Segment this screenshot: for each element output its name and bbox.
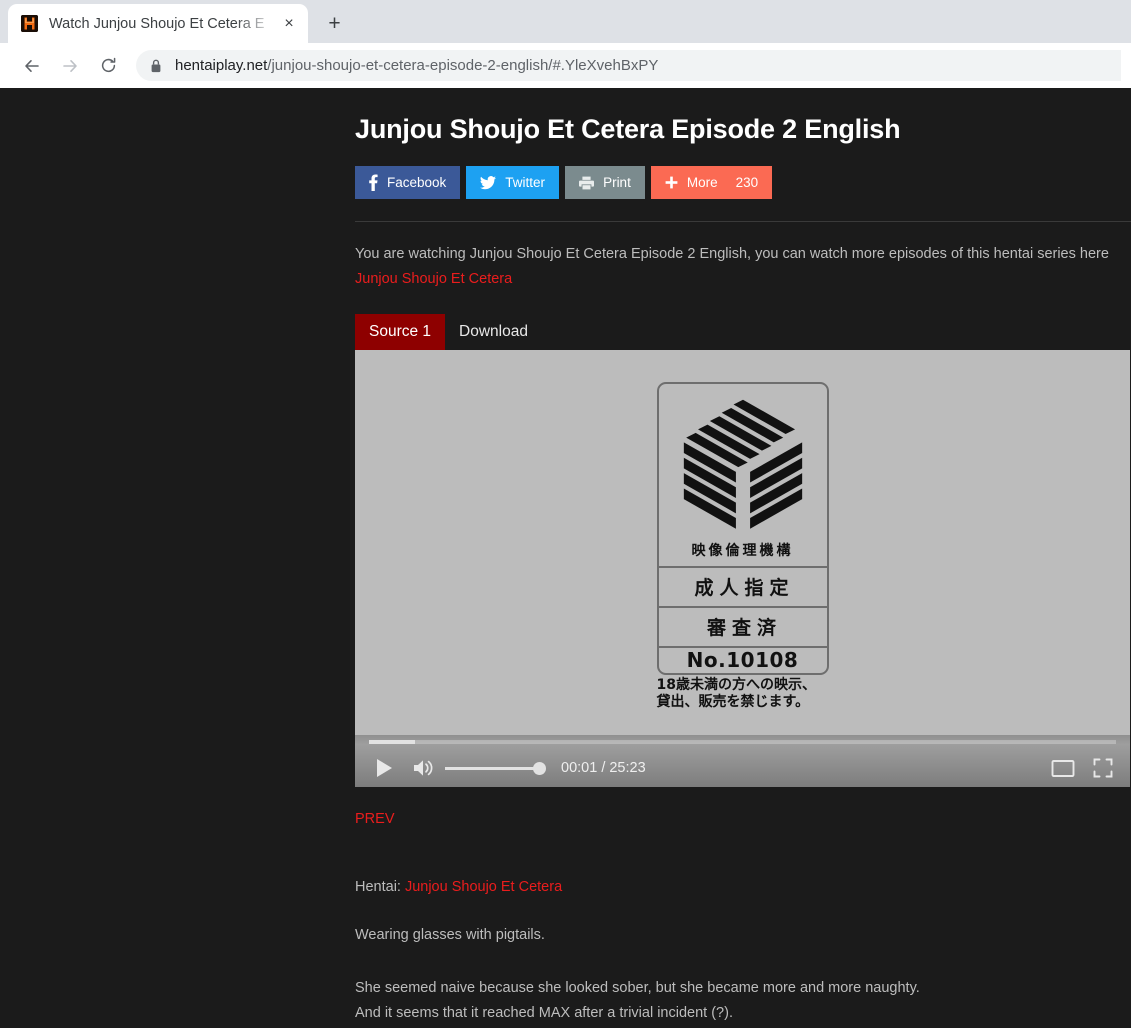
url-path: /junjou-shoujo-et-cetera-episode-2-engli… [267,57,659,74]
video-player[interactable]: 映像倫理機構 成人指定 審査済 No.10108 18歳未満の方への映示、 貸出… [355,350,1130,787]
facebook-icon [369,174,378,191]
video-controls-bar: 00:01 / 25:23 [355,735,1130,787]
browser-toolbar: hentaiplay.net/junjou-shoujo-et-cetera-e… [0,43,1131,126]
address-bar[interactable]: hentaiplay.net/junjou-shoujo-et-cetera-e… [136,50,1121,81]
share-print-button[interactable]: Print [565,166,645,199]
share-more-count: 230 [735,175,759,190]
progress-bar-buffer [369,740,415,744]
share-twitter-label: Twitter [505,175,546,190]
rating-card-number: No.10108 [658,645,827,673]
japanese-rating-card: 映像倫理機構 成人指定 審査済 No.10108 18歳未満の方への映示、 貸出… [656,382,829,711]
picture-in-picture-icon[interactable] [1048,755,1078,781]
rating-card-reviewed-text: 審査済 [658,605,827,646]
share-print-label: Print [603,175,631,190]
prev-episode-link[interactable]: PREV [355,811,395,827]
lock-icon[interactable] [148,59,164,73]
video-controls-row: 00:01 / 25:23 [355,749,1130,787]
intro-paragraph: You are watching Junjou Shoujo Et Cetera… [355,242,1131,292]
progress-bar-track[interactable] [369,740,1116,744]
new-tab-button[interactable]: + [318,7,351,40]
ethics-org-logo-icon [659,384,827,538]
rating-card-adult-text: 成人指定 [658,565,827,606]
hentaiplay-h-logo-icon [21,15,38,32]
rating-warning-line-2: 貸出、販売を禁じます。 [656,693,810,710]
rating-card-warning: 18歳未満の方への映示、 貸出、販売を禁じます。 [657,677,829,711]
browser-tab[interactable]: Watch Junjou Shoujo Et Cetera E × [8,4,308,43]
hentai-meta-label: Hentai: [355,879,401,895]
url-host: hentaiplay.net [175,57,268,74]
share-facebook-label: Facebook [387,175,447,190]
rating-card-org-text: 映像倫理機構 [691,542,794,559]
printer-icon [579,176,595,190]
share-twitter-button[interactable]: Twitter [466,166,560,199]
fullscreen-icon[interactable] [1090,755,1116,781]
share-buttons-row: Facebook Twitter Print More 230 [355,166,1131,199]
tab-title: Watch Junjou Shoujo Et Cetera E [49,15,265,32]
video-time-display: 00:01 / 25:23 [561,760,646,776]
share-facebook-button[interactable]: Facebook [355,166,461,199]
back-arrow-icon[interactable] [16,50,48,82]
hentai-meta-row: Hentai: Junjou Shoujo Et Cetera [355,879,1131,895]
horizontal-divider [355,221,1131,222]
tab-download[interactable]: Download [445,314,542,350]
description-block-1: Wearing glasses with pigtails. [355,923,1131,948]
content-column: Junjou Shoujo Et Cetera Episode 2 Englis… [355,88,1131,1028]
play-icon[interactable] [369,755,399,781]
omnibox-wrapper: hentaiplay.net/junjou-shoujo-et-cetera-e… [136,50,1121,81]
page-title: Junjou Shoujo Et Cetera Episode 2 Englis… [355,114,901,144]
tab-source-1[interactable]: Source 1 [355,314,446,350]
forward-arrow-icon [54,50,86,82]
description-line-1: Wearing glasses with pigtails. [355,927,545,943]
reload-icon[interactable] [92,50,124,82]
hentai-series-link[interactable]: Junjou Shoujo Et Cetera [405,879,562,895]
plus-icon [665,176,678,189]
volume-slider-knob[interactable] [533,761,546,775]
volume-icon[interactable] [409,755,437,781]
share-more-label: More [686,175,718,190]
url-text[interactable]: hentaiplay.net/junjou-shoujo-et-cetera-e… [175,50,1121,81]
twitter-icon [480,175,497,190]
browser-chrome: Watch Junjou Shoujo Et Cetera E × + hent… [0,0,1131,126]
page-body: Junjou Shoujo Et Cetera Episode 2 Englis… [0,88,1131,1028]
rating-warning-line-1: 18歳未満の方への映示、 [656,676,816,693]
description-line-3: And it seems that it reached MAX after a… [355,1005,733,1021]
series-link[interactable]: Junjou Shoujo Et Cetera [355,271,512,287]
intro-text-before: You are watching Junjou Shoujo Et Cetera… [355,246,1109,262]
rating-card-box: 映像倫理機構 成人指定 審査済 No.10108 [656,382,829,675]
tab-strip: Watch Junjou Shoujo Et Cetera E × + [0,0,1131,43]
volume-slider[interactable] [445,761,546,775]
description-line-2: She seemed naive because she looked sobe… [355,980,920,996]
source-tabs: Source 1 Download [355,314,1131,350]
share-more-button[interactable]: More 230 [650,166,773,199]
description-block-2: She seemed naive because she looked sobe… [355,976,1131,1028]
close-icon[interactable]: × [278,13,300,35]
